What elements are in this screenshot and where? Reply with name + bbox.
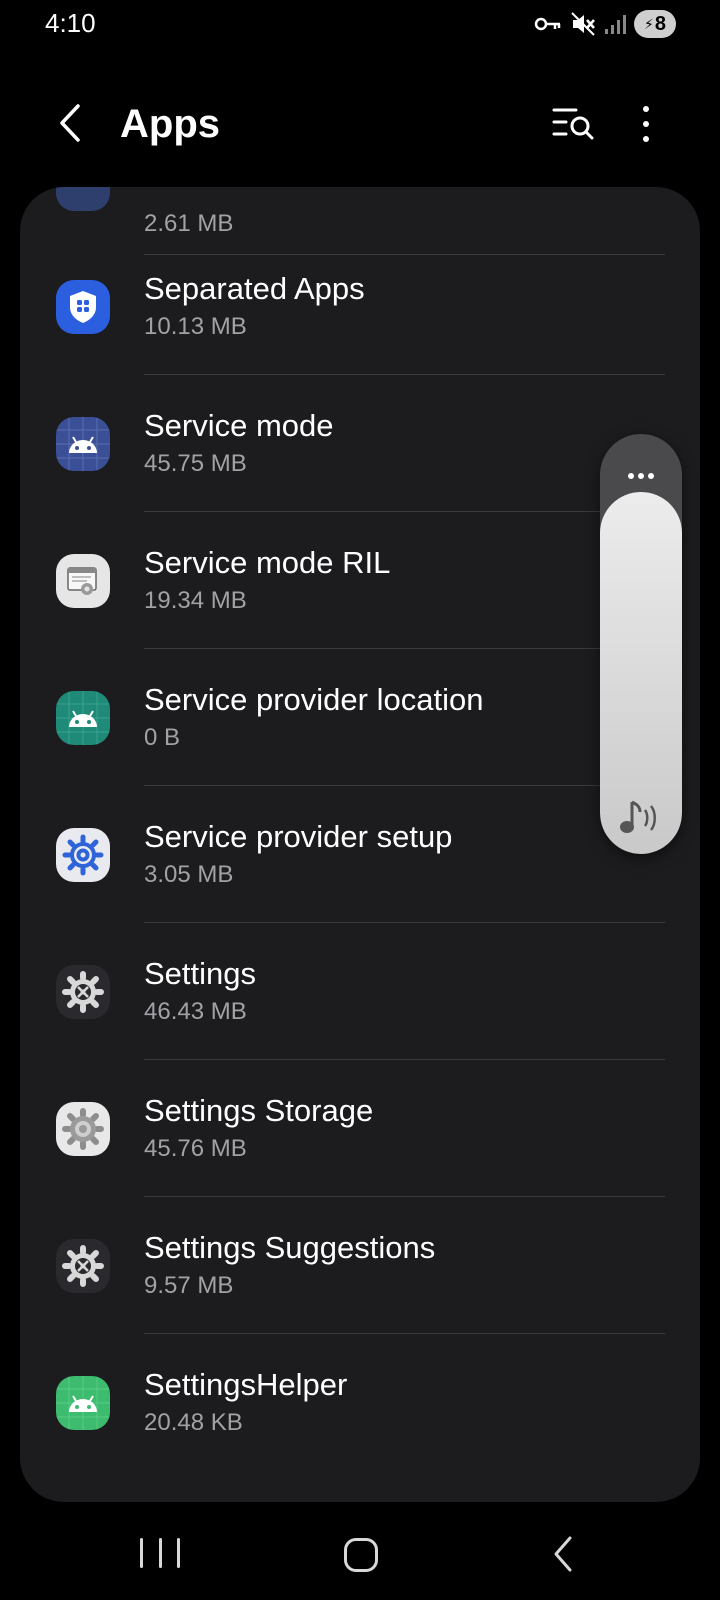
back-icon xyxy=(554,1536,572,1572)
mute-icon xyxy=(570,11,596,37)
gear-icon xyxy=(56,1239,110,1293)
app-name: Service provider location xyxy=(144,682,484,717)
recents-button[interactable] xyxy=(140,1532,180,1574)
app-name: Separated Apps xyxy=(144,271,365,306)
window-gear-icon xyxy=(56,554,110,608)
status-icons: ⚡ 8 xyxy=(534,8,676,40)
app-icon xyxy=(56,187,110,211)
status-bar: 4:10 ⚡ 8 xyxy=(0,0,720,48)
more-icon xyxy=(628,473,634,479)
app-name: Service mode RIL xyxy=(144,545,391,580)
music-volume-icon xyxy=(620,800,656,833)
app-name: Settings xyxy=(144,956,257,991)
app-size: 2.61 MB xyxy=(144,210,234,237)
app-name: Settings Storage xyxy=(144,1093,374,1128)
app-size: 10.13 MB xyxy=(144,313,247,340)
android-icon xyxy=(56,417,110,471)
back-icon xyxy=(60,104,80,142)
app-name: Settings Suggestions xyxy=(144,1230,436,1265)
signal-icon xyxy=(604,13,626,35)
gear-icon xyxy=(56,965,110,1019)
volume-more-button[interactable] xyxy=(600,464,682,488)
status-time: 4:10 xyxy=(45,8,96,38)
home-button[interactable] xyxy=(344,1538,378,1572)
app-size: 45.75 MB xyxy=(144,450,247,477)
app-list[interactable]: 2.61 MB Separated Apps 10.13 MB Service … xyxy=(20,187,700,1502)
gear-icon xyxy=(56,828,110,882)
back-button[interactable] xyxy=(50,98,90,148)
list-item[interactable]: Service mode 45.75 MB xyxy=(20,374,700,514)
gear-icon xyxy=(56,1102,110,1156)
nav-back-button[interactable] xyxy=(548,1532,578,1576)
list-item[interactable]: SettingsHelper 20.48 KB xyxy=(20,1333,700,1473)
app-size: 45.76 MB xyxy=(144,1135,247,1162)
android-icon xyxy=(56,691,110,745)
app-size: 9.57 MB xyxy=(144,1272,234,1299)
battery-level: 8 xyxy=(654,12,666,35)
list-item[interactable]: Settings Storage 45.76 MB xyxy=(20,1059,700,1199)
app-bar: Apps xyxy=(0,88,720,160)
recents-icon xyxy=(140,1538,143,1568)
android-icon xyxy=(56,1376,110,1430)
vpn-key-icon xyxy=(534,14,562,34)
page-title: Apps xyxy=(120,102,220,146)
app-name: Service mode xyxy=(144,408,334,443)
filter-search-button[interactable] xyxy=(550,102,598,146)
list-item[interactable]: Settings 46.43 MB xyxy=(20,922,700,1062)
list-item[interactable]: Service provider location 0 B xyxy=(20,648,700,788)
list-item[interactable]: Settings Suggestions 9.57 MB xyxy=(20,1196,700,1336)
app-size: 0 B xyxy=(144,724,181,751)
list-item[interactable]: Separated Apps 10.13 MB xyxy=(20,237,700,377)
app-name: Service provider setup xyxy=(144,819,453,854)
more-options-icon xyxy=(643,106,649,112)
app-size: 46.43 MB xyxy=(144,998,247,1025)
app-size: 3.05 MB xyxy=(144,861,234,888)
navigation-bar xyxy=(0,1510,720,1600)
app-size: 20.48 KB xyxy=(144,1409,243,1436)
filter-search-icon xyxy=(552,108,594,140)
volume-panel[interactable] xyxy=(600,434,682,854)
app-name: SettingsHelper xyxy=(144,1367,348,1402)
battery-charging-icon: ⚡ 8 xyxy=(634,10,676,38)
app-size: 19.34 MB xyxy=(144,587,247,614)
volume-slider[interactable] xyxy=(600,492,682,854)
list-item[interactable]: Service provider setup 3.05 MB xyxy=(20,785,700,925)
shield-grid-icon xyxy=(56,280,110,334)
list-item[interactable]: Service mode RIL 19.34 MB xyxy=(20,511,700,651)
more-options-button[interactable] xyxy=(628,100,664,148)
